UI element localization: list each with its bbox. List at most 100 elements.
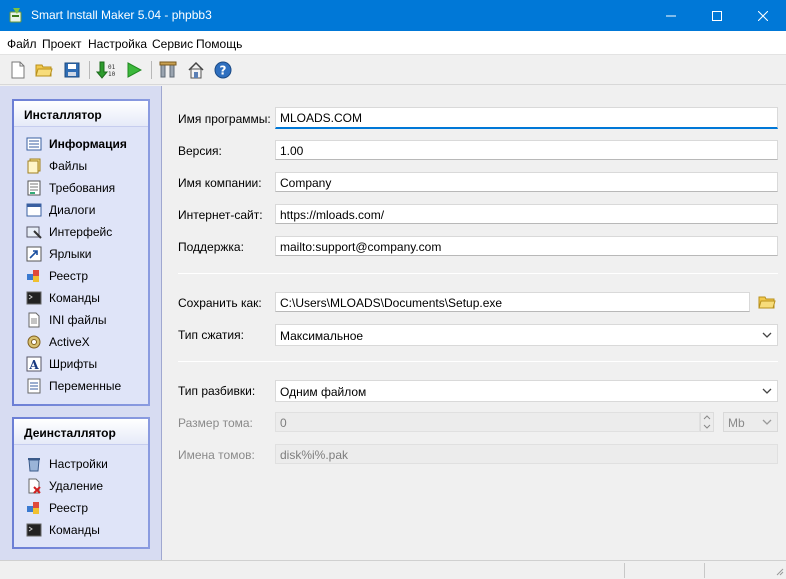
registry-icon bbox=[27, 502, 39, 514]
settings-icon bbox=[159, 61, 177, 78]
sidebar: Инсталлятор Информация Файлы Требования … bbox=[0, 86, 162, 560]
resize-grip-icon[interactable] bbox=[774, 566, 784, 576]
maximize-icon bbox=[712, 10, 722, 21]
files-icon bbox=[27, 158, 41, 174]
nav-label: Интерфейс bbox=[49, 225, 113, 239]
save-as-input[interactable]: C:\Users\MLOADS\Documents\Setup.exe bbox=[275, 292, 750, 312]
version-label: Версия: bbox=[178, 144, 222, 158]
menu-settings[interactable]: Настройка bbox=[88, 37, 147, 51]
close-icon bbox=[758, 10, 768, 21]
nav-label: Настройки bbox=[49, 457, 108, 471]
uninstall-settings-icon bbox=[28, 458, 40, 472]
chevron-down-icon bbox=[762, 388, 772, 394]
website-label: Интернет-сайт: bbox=[178, 208, 263, 222]
toolbar: 01 10 ? bbox=[0, 55, 786, 85]
nav-fonts[interactable]: A Шрифты bbox=[14, 353, 148, 375]
save-button[interactable] bbox=[61, 59, 83, 81]
compression-select[interactable]: Максимальное bbox=[275, 324, 778, 346]
options-button[interactable] bbox=[157, 59, 179, 81]
spinner-up-icon bbox=[703, 415, 711, 420]
menu-help[interactable]: Помощь bbox=[196, 37, 242, 51]
support-input[interactable]: mailto:support@company.com bbox=[275, 236, 778, 256]
menu-bar: Файл Проект Настройка Сервис Помощь bbox=[0, 31, 786, 55]
minimize-icon bbox=[666, 15, 676, 16]
main-form: Имя программы: MLOADS.COM Версия: 1.00 И… bbox=[163, 86, 786, 560]
maximize-button[interactable] bbox=[694, 0, 740, 31]
volume-names-label: Имена томов: bbox=[178, 448, 255, 462]
help-button[interactable]: ? bbox=[212, 59, 234, 81]
commands-icon bbox=[26, 291, 42, 305]
interface-icon bbox=[26, 226, 42, 239]
uninstaller-panel: Деинсталлятор Настройки Удаление Реестр … bbox=[12, 417, 150, 549]
nav-requirements[interactable]: Требования bbox=[14, 177, 148, 199]
run-icon bbox=[127, 62, 142, 78]
build-icon: 0110 bbox=[96, 61, 116, 79]
spinner-down-icon bbox=[703, 424, 711, 429]
browse-button[interactable] bbox=[757, 292, 777, 312]
nav-activex[interactable]: ActiveX bbox=[14, 331, 148, 353]
new-button[interactable] bbox=[7, 59, 29, 81]
nav-uninstall-registry[interactable]: Реестр bbox=[14, 497, 148, 519]
nav-information[interactable]: Информация bbox=[14, 133, 148, 155]
nav-ini-files[interactable]: INI файлы bbox=[14, 309, 148, 331]
nav-label: INI файлы bbox=[49, 313, 107, 327]
program-name-input[interactable]: MLOADS.COM bbox=[275, 107, 778, 129]
menu-file[interactable]: Файл bbox=[7, 37, 37, 51]
nav-uninstall-settings[interactable]: Настройки bbox=[14, 453, 148, 475]
run-button[interactable] bbox=[123, 59, 145, 81]
nav-label: Переменные bbox=[49, 379, 122, 393]
nav-shortcuts[interactable]: Ярлыки bbox=[14, 243, 148, 265]
version-input[interactable]: 1.00 bbox=[275, 140, 778, 160]
nav-label: Диалоги bbox=[49, 203, 96, 217]
save-as-label: Сохранить как: bbox=[178, 296, 262, 310]
nav-label: Информация bbox=[49, 137, 127, 151]
ini-file-icon bbox=[28, 312, 40, 328]
home-icon bbox=[188, 61, 204, 79]
nav-label: Удаление bbox=[49, 479, 104, 493]
fonts-icon: A bbox=[26, 356, 42, 372]
installer-panel-title: Инсталлятор bbox=[14, 101, 148, 127]
status-bar bbox=[0, 560, 786, 579]
compression-value: Максимальное bbox=[280, 329, 364, 343]
nav-label: Ярлыки bbox=[49, 247, 92, 261]
nav-interface[interactable]: Интерфейс bbox=[14, 221, 148, 243]
close-button[interactable] bbox=[740, 0, 786, 31]
nav-label: Реестр bbox=[49, 501, 88, 515]
svg-text:?: ? bbox=[220, 64, 227, 78]
menu-project[interactable]: Проект bbox=[42, 37, 82, 51]
svg-text:10: 10 bbox=[108, 71, 116, 78]
activex-icon bbox=[27, 335, 41, 349]
commands-icon bbox=[26, 523, 42, 537]
program-name-label: Имя программы: bbox=[178, 112, 271, 126]
nav-uninstall-commands[interactable]: Команды bbox=[14, 519, 148, 541]
nav-delete[interactable]: Удаление bbox=[14, 475, 148, 497]
support-label: Поддержка: bbox=[178, 240, 244, 254]
nav-label: Команды bbox=[49, 523, 100, 537]
volume-size-input[interactable]: 0 bbox=[275, 412, 700, 432]
nav-label: ActiveX bbox=[49, 335, 90, 349]
open-button[interactable] bbox=[33, 59, 55, 81]
menu-service[interactable]: Сервис bbox=[152, 37, 193, 51]
chevron-down-icon bbox=[762, 332, 772, 338]
website-input[interactable]: https://mloads.com/ bbox=[275, 204, 778, 224]
chevron-down-icon bbox=[762, 419, 772, 425]
window-title: Smart Install Maker 5.04 - phpbb3 bbox=[31, 8, 212, 22]
company-input[interactable]: Company bbox=[275, 172, 778, 192]
svg-text:01: 01 bbox=[108, 64, 116, 71]
volume-size-spinner[interactable] bbox=[700, 412, 714, 432]
split-type-value: Одним файлом bbox=[280, 385, 367, 399]
split-type-select[interactable]: Одним файлом bbox=[275, 380, 778, 402]
minimize-button[interactable] bbox=[648, 0, 694, 31]
nav-variables[interactable]: Переменные bbox=[14, 375, 148, 397]
nav-dialogs[interactable]: Диалоги bbox=[14, 199, 148, 221]
nav-label: Команды bbox=[49, 291, 100, 305]
nav-label: Шрифты bbox=[49, 357, 98, 371]
volume-names-input[interactable]: disk%i%.pak bbox=[275, 444, 778, 464]
home-button[interactable] bbox=[185, 59, 207, 81]
nav-files[interactable]: Файлы bbox=[14, 155, 148, 177]
nav-commands[interactable]: Команды bbox=[14, 287, 148, 309]
nav-registry[interactable]: Реестр bbox=[14, 265, 148, 287]
volume-unit-select[interactable]: Mb bbox=[723, 412, 778, 432]
company-label: Имя компании: bbox=[178, 176, 262, 190]
build-button[interactable]: 01 10 bbox=[95, 59, 117, 81]
